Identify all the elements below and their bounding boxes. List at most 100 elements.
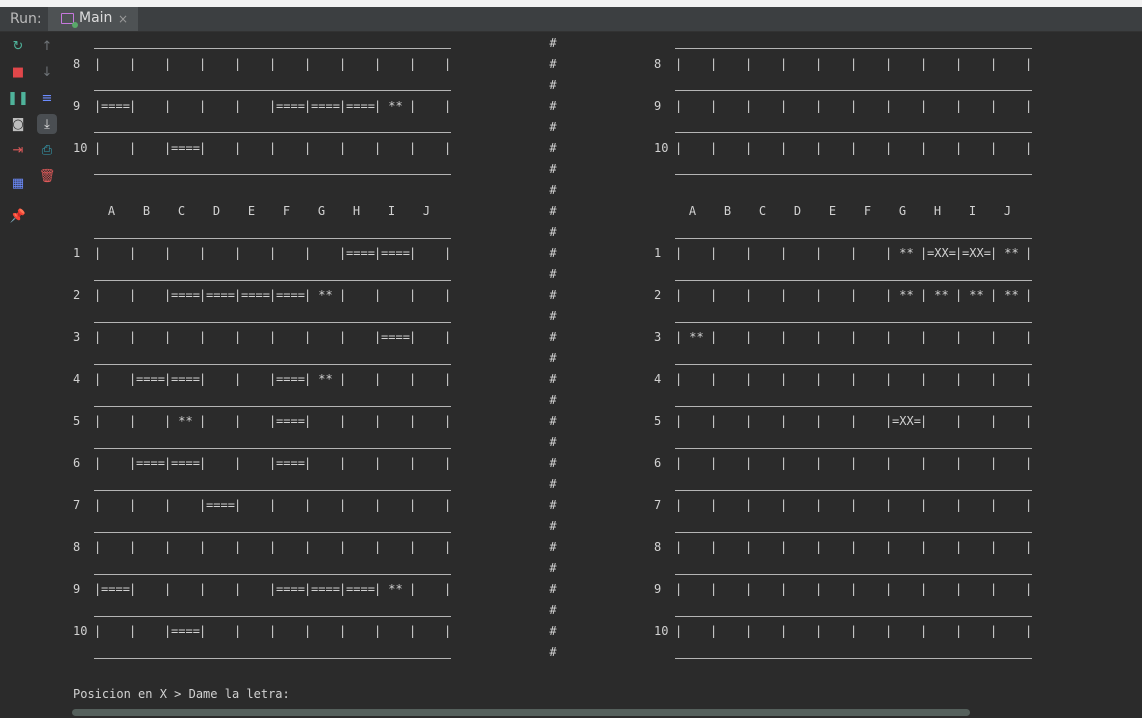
cell-divider: | bbox=[1025, 372, 1033, 386]
cell-divider: | bbox=[129, 498, 137, 512]
cell-divider: | bbox=[269, 330, 277, 344]
hash-separator: # bbox=[549, 225, 557, 239]
cell-divider: | bbox=[675, 330, 683, 344]
left-board-cell: ==== bbox=[171, 372, 200, 386]
camera-icon[interactable]: ◙ bbox=[8, 114, 28, 134]
cell-divider: | bbox=[920, 141, 928, 155]
grid-separator bbox=[94, 406, 451, 407]
cell-divider: | bbox=[990, 414, 998, 428]
cell-divider: | bbox=[199, 582, 207, 596]
cell-divider: | bbox=[234, 330, 242, 344]
cell-divider: | bbox=[745, 57, 753, 71]
left-column-header: A bbox=[107, 204, 116, 218]
soft-wrap-icon[interactable]: ≡ bbox=[37, 88, 57, 108]
cell-divider: | bbox=[990, 99, 998, 113]
layout-icon[interactable]: ▦ bbox=[8, 173, 28, 193]
cell-divider: | bbox=[164, 624, 172, 638]
cell-divider: | bbox=[710, 330, 718, 344]
cell-divider: | bbox=[815, 246, 823, 260]
top-right-row-label: 8 bbox=[654, 57, 662, 71]
left-board-row-label: 1 bbox=[73, 246, 81, 260]
right-column-header: C bbox=[758, 204, 767, 218]
cell-divider: | bbox=[675, 288, 683, 302]
tab-main[interactable]: Main × bbox=[48, 7, 138, 31]
cell-divider: | bbox=[955, 498, 963, 512]
grid-separator bbox=[675, 658, 1032, 659]
cell-divider: | bbox=[444, 582, 452, 596]
cell-divider: | bbox=[339, 246, 347, 260]
left-board-cell: ==== bbox=[241, 288, 270, 302]
hash-separator: # bbox=[549, 477, 557, 491]
up-arrow-icon[interactable]: ↑ bbox=[37, 36, 57, 56]
stop-icon[interactable]: ■ bbox=[8, 62, 28, 82]
left-board-row-label: 7 bbox=[73, 498, 81, 512]
horizontal-scrollbar[interactable] bbox=[72, 709, 970, 716]
cell-divider: | bbox=[815, 330, 823, 344]
cell-divider: | bbox=[955, 624, 963, 638]
cell-divider: | bbox=[444, 624, 452, 638]
left-board-row-label: 3 bbox=[73, 330, 81, 344]
cell-divider: | bbox=[374, 540, 382, 554]
cell-divider: | bbox=[199, 624, 207, 638]
cell-divider: | bbox=[920, 498, 928, 512]
cell-divider: | bbox=[164, 99, 172, 113]
cell-divider: | bbox=[409, 498, 417, 512]
cell-divider: | bbox=[885, 498, 893, 512]
right-board-row-label: 5 bbox=[654, 414, 662, 428]
window-top-strip bbox=[0, 0, 1142, 7]
hash-separator: # bbox=[549, 141, 557, 155]
cell-divider: | bbox=[339, 540, 347, 554]
cell-divider: | bbox=[920, 414, 928, 428]
cell-divider: | bbox=[675, 141, 683, 155]
cell-divider: | bbox=[304, 141, 312, 155]
cell-divider: | bbox=[409, 246, 417, 260]
cell-divider: | bbox=[444, 141, 452, 155]
horizontal-scrollbar-track[interactable] bbox=[72, 709, 972, 716]
cell-divider: | bbox=[374, 456, 382, 470]
hash-separator: # bbox=[549, 204, 557, 218]
trash-icon[interactable]: 🗑 bbox=[37, 166, 57, 186]
print-icon[interactable]: ⎙ bbox=[37, 140, 57, 160]
rerun-icon[interactable]: ↻ bbox=[8, 36, 28, 56]
right-board-row-label: 9 bbox=[654, 582, 662, 596]
cell-divider: | bbox=[745, 330, 753, 344]
cell-divider: | bbox=[850, 624, 858, 638]
right-board-cell: =XX= bbox=[962, 246, 991, 260]
cell-divider: | bbox=[955, 456, 963, 470]
cell-divider: | bbox=[129, 99, 137, 113]
cell-divider: | bbox=[920, 288, 928, 302]
cell-divider: | bbox=[885, 57, 893, 71]
grid-separator bbox=[675, 322, 1032, 323]
cell-divider: | bbox=[304, 57, 312, 71]
close-tab-icon[interactable]: × bbox=[118, 12, 128, 26]
cell-divider: | bbox=[745, 246, 753, 260]
cell-divider: | bbox=[780, 540, 788, 554]
exit-icon[interactable]: ⇥ bbox=[8, 140, 28, 160]
cell-divider: | bbox=[444, 414, 452, 428]
cell-divider: | bbox=[675, 414, 683, 428]
cell-divider: | bbox=[409, 141, 417, 155]
cell-divider: | bbox=[675, 582, 683, 596]
cell-divider: | bbox=[164, 330, 172, 344]
down-arrow-icon[interactable]: ↓ bbox=[37, 62, 57, 82]
cell-divider: | bbox=[710, 57, 718, 71]
cell-divider: | bbox=[339, 498, 347, 512]
left-board-cell: ==== bbox=[276, 456, 305, 470]
pin-icon[interactable]: 📌 bbox=[8, 206, 28, 226]
cell-divider: | bbox=[990, 540, 998, 554]
right-board-row-label: 10 bbox=[654, 624, 669, 638]
scroll-to-end-icon[interactable]: ⤓ bbox=[37, 114, 57, 134]
left-board-cell: ==== bbox=[276, 288, 305, 302]
pause-icon[interactable]: ❚❚ bbox=[7, 88, 29, 108]
cell-divider: | bbox=[990, 372, 998, 386]
cell-divider: | bbox=[920, 99, 928, 113]
cell-divider: | bbox=[990, 624, 998, 638]
cell-divider: | bbox=[409, 582, 417, 596]
cell-divider: | bbox=[94, 246, 102, 260]
cell-divider: | bbox=[339, 99, 347, 113]
cell-divider: | bbox=[815, 498, 823, 512]
cell-divider: | bbox=[129, 57, 137, 71]
cell-divider: | bbox=[374, 99, 382, 113]
cell-divider: | bbox=[94, 372, 102, 386]
cell-divider: | bbox=[304, 372, 312, 386]
